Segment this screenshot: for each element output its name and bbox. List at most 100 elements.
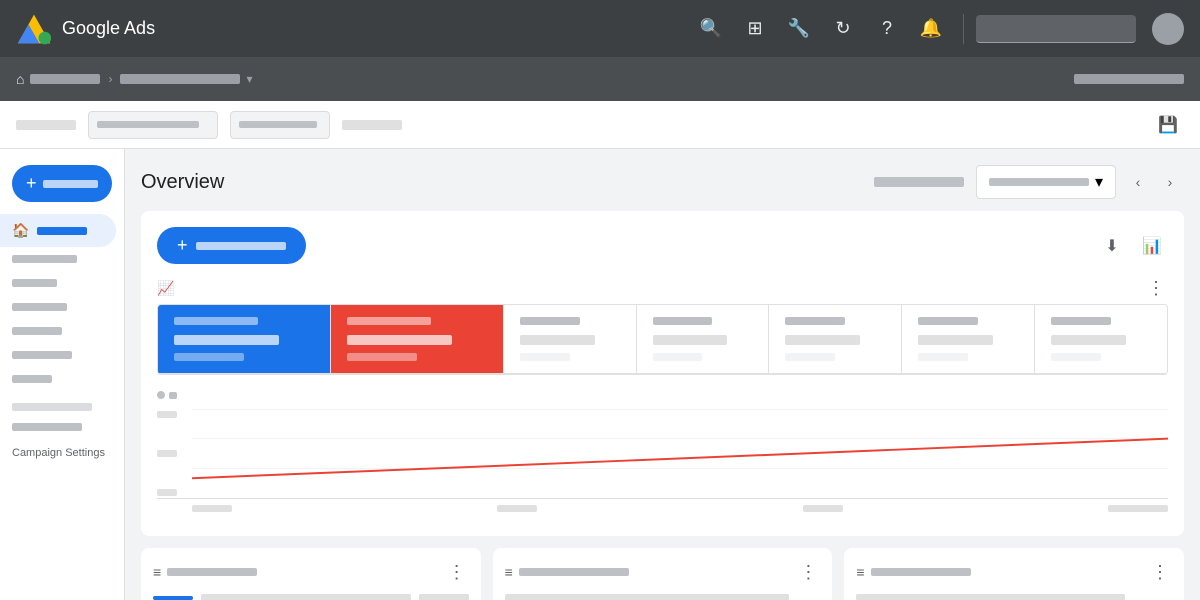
chart-x-axis — [157, 505, 1168, 512]
help-icon: ? — [882, 18, 892, 39]
stats-bar-icon-area: 📈 — [157, 280, 174, 297]
toolbar-label-1 — [16, 120, 76, 130]
wrench-icon-btn[interactable]: 🔧 — [779, 9, 819, 49]
chart-legend-label-1 — [169, 392, 177, 399]
bottom-card-3-header: ≡ ⋮ — [856, 560, 1172, 584]
help-icon-btn[interactable]: ? — [867, 9, 907, 49]
bottom-card-1-title: ≡ — [153, 564, 257, 580]
stat-label-clicks — [174, 317, 258, 325]
sidebar-item-adgroups[interactable] — [0, 271, 116, 295]
nav-prev-button[interactable]: ‹ — [1124, 168, 1152, 196]
sidebar-section-divider — [12, 403, 92, 411]
bottom-card-1-row-1 — [153, 594, 469, 600]
sidebar-item-label-keywords — [12, 327, 62, 335]
campaign-card: + ⬇ 📊 📈 ⋮ — [141, 211, 1184, 536]
chart-y-label-top — [157, 411, 177, 418]
stat-label-ctr — [653, 317, 713, 325]
chart-y-label-bot — [157, 489, 177, 496]
header-divider — [963, 14, 964, 44]
stat-label-conv — [918, 317, 978, 325]
chart-x-label-3 — [803, 505, 843, 512]
bottom-card-1-bar-1 — [153, 596, 193, 600]
stat-label-cpc — [785, 317, 845, 325]
sidebar-item-ads[interactable] — [0, 295, 116, 319]
bottom-card-3-text-1 — [856, 594, 1124, 600]
bottom-card-1-value-1 — [419, 594, 469, 600]
campaign-settings-label: Campaign Settings — [0, 439, 124, 467]
sidebar-item-keywords[interactable] — [0, 319, 116, 343]
chart-area — [157, 375, 1168, 520]
sub-header: ⌂ › ▾ — [0, 57, 1200, 101]
sidebar-item-overview[interactable]: 🏠 — [0, 214, 116, 247]
new-campaign-button[interactable]: + — [12, 165, 112, 202]
plus-icon: + — [26, 173, 37, 194]
bottom-card-2-rows — [505, 594, 821, 600]
stat-cell-cpc — [769, 305, 902, 374]
sidebar-item-settings[interactable] — [0, 415, 116, 439]
content-header: Overview ▾ ‹ › — [141, 165, 1184, 199]
bottom-card-2-icon: ≡ — [505, 564, 513, 580]
search-icon-btn[interactable]: 🔍 — [691, 9, 731, 49]
bottom-card-3-label — [871, 568, 971, 576]
sidebar-item-audiences[interactable] — [0, 343, 116, 367]
sidebar: + 🏠 Campaign Settings — [0, 149, 125, 600]
header-account-search[interactable] — [976, 15, 1136, 43]
campaign-icon-group: ⬇ 📊 — [1096, 230, 1168, 262]
sidebar-item-campaigns[interactable] — [0, 247, 116, 271]
stats-more-icon[interactable]: ⋮ — [1144, 276, 1168, 300]
chart-legend-item-1 — [157, 391, 177, 399]
page-title: Overview — [141, 171, 224, 194]
main-layout: + 🏠 Campaign Settings — [0, 149, 1200, 600]
new-campaign-label — [43, 180, 98, 188]
sidebar-item-demographics[interactable] — [0, 367, 116, 391]
new-campaign-btn[interactable]: + — [157, 227, 306, 264]
stat-value-cost — [520, 335, 595, 345]
sidebar-item-label-ads — [12, 303, 67, 311]
avatar[interactable] — [1152, 13, 1184, 45]
toolbar-button-1[interactable] — [88, 111, 218, 139]
bell-icon-btn[interactable]: 🔔 — [911, 9, 951, 49]
nav-next-button[interactable]: › — [1156, 168, 1184, 196]
wrench-icon: 🔧 — [788, 18, 810, 39]
stat-value-cpc — [785, 335, 860, 345]
breadcrumb-nav[interactable]: ▾ — [120, 72, 252, 86]
breadcrumb-home[interactable]: ⌂ — [16, 71, 100, 87]
logo-area: Google Ads — [16, 11, 176, 47]
save-icon-btn[interactable]: 💾 — [1152, 109, 1184, 141]
download-icon-btn[interactable]: ⬇ — [1096, 230, 1128, 262]
bottom-card-3-rows — [856, 594, 1172, 600]
chart-x-label-2 — [497, 505, 537, 512]
grid-icon: ⊞ — [747, 18, 762, 39]
nav-arrows: ‹ › — [1124, 168, 1184, 196]
chart-icon-btn[interactable]: 📊 — [1136, 230, 1168, 262]
stat-sub-conv — [918, 353, 968, 361]
bottom-card-2-text-1 — [505, 594, 789, 600]
sidebar-item-label-demographics — [12, 375, 52, 383]
stats-top-actions: ⋮ — [1144, 276, 1168, 300]
bottom-card-1-icon: ≡ — [153, 564, 161, 580]
sidebar-item-label-overview — [37, 227, 87, 235]
toolbar-button-2[interactable] — [230, 111, 330, 139]
stat-label-cost — [520, 317, 580, 325]
chart-legend — [157, 391, 1168, 399]
sub-header-right — [1074, 74, 1184, 84]
bottom-card-3-title: ≡ — [856, 564, 970, 580]
bottom-card-3-icon: ≡ — [856, 564, 864, 580]
bottom-card-1-more-icon[interactable]: ⋮ — [445, 560, 469, 584]
stat-value-conv-rate — [1051, 335, 1126, 345]
toolbar: 💾 — [0, 101, 1200, 149]
bottom-card-3-more-icon[interactable]: ⋮ — [1148, 560, 1172, 584]
bottom-card-2-more-icon[interactable]: ⋮ — [796, 560, 820, 584]
nav-chevron: ▾ — [246, 72, 252, 86]
chart-x-label-4 — [1108, 505, 1168, 512]
new-campaign-btn-label — [196, 242, 286, 250]
refresh-icon-btn[interactable]: ↻ — [823, 9, 863, 49]
stat-value-impressions — [347, 335, 452, 345]
grid-icon-btn[interactable]: ⊞ — [735, 9, 775, 49]
save-icon: 💾 — [1158, 115, 1178, 135]
bell-icon: 🔔 — [920, 18, 942, 39]
home-icon: ⌂ — [16, 71, 24, 87]
date-range-dropdown[interactable]: ▾ — [976, 165, 1116, 199]
bottom-card-2: ≡ ⋮ — [493, 548, 833, 600]
chart-y-axis — [157, 409, 187, 498]
